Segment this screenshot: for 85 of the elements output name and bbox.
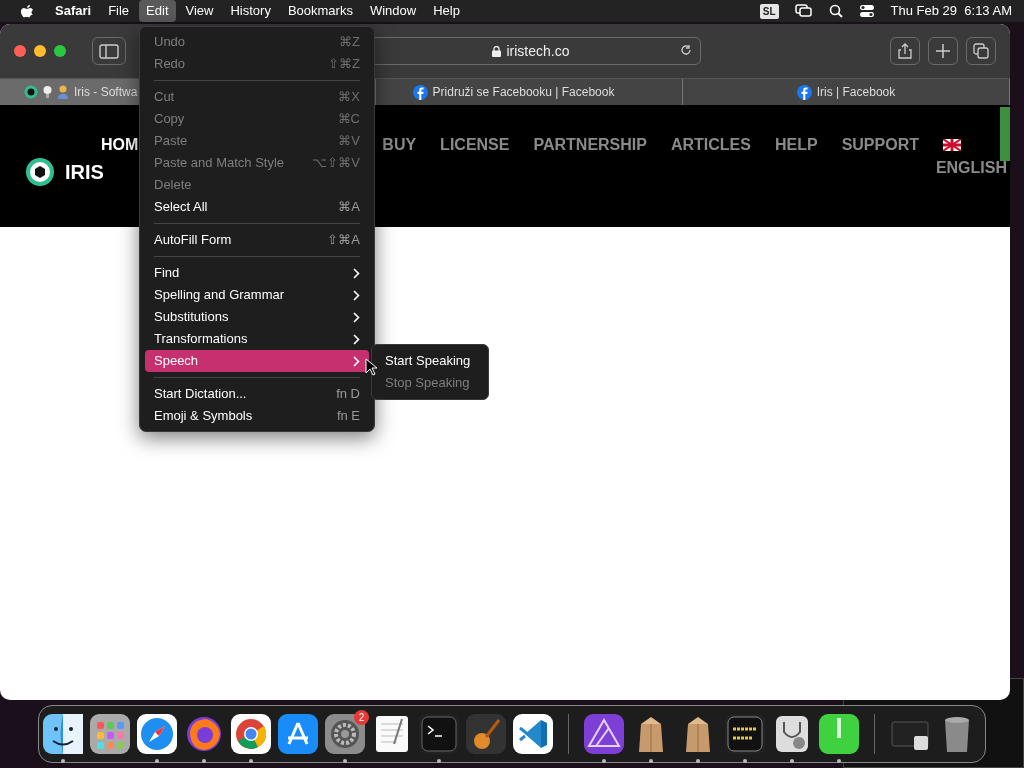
fox-globe-icon[interactable] — [184, 714, 224, 754]
shortcut-text: ⌘X — [338, 88, 360, 107]
clock[interactable]: Thu Feb 29 6:13 AM — [890, 1, 1012, 21]
menu-item[interactable]: Substitutions — [145, 306, 369, 328]
menu-title[interactable]: Window — [362, 0, 424, 22]
uk-flag-icon[interactable] — [942, 139, 961, 151]
close-button[interactable] — [14, 45, 26, 57]
sidebar-icon — [99, 43, 119, 59]
person-icon — [57, 85, 69, 99]
app-store-icon[interactable] — [278, 714, 318, 754]
tab-overview-button[interactable] — [966, 37, 996, 65]
chrome-wheel-icon[interactable] — [231, 714, 271, 754]
new-tab-button[interactable] — [928, 37, 958, 65]
pointer-cursor-icon — [365, 358, 377, 376]
menu-item[interactable]: Spelling and Grammar — [145, 284, 369, 306]
nav-link[interactable]: LICENSE — [440, 133, 510, 157]
zoom-button[interactable] — [54, 45, 66, 57]
shortcut-text: ⇧⌘A — [327, 231, 360, 250]
gear-icon[interactable] — [325, 714, 365, 754]
menu-title[interactable]: Edit — [139, 0, 176, 22]
triangle-logo-icon[interactable] — [584, 714, 624, 754]
shortcut-text: fn D — [336, 385, 360, 404]
console-log-icon[interactable] — [725, 714, 765, 754]
plus-icon — [935, 43, 951, 59]
input-source-indicator[interactable]: SL — [759, 3, 779, 19]
shortcut-text: ⌘V — [338, 132, 360, 151]
menu-item[interactable]: Find — [145, 262, 369, 284]
chevron-right-icon — [353, 311, 360, 323]
app-icon[interactable] — [819, 714, 859, 754]
nav-link[interactable]: SUPPORT — [841, 133, 919, 157]
aperture-logo-icon — [25, 157, 55, 187]
facebook-icon — [796, 84, 812, 100]
nav-link[interactable]: ARTICLES — [670, 133, 751, 157]
nav-link[interactable]: HELP — [774, 133, 818, 157]
menu-item[interactable]: Start Speaking — [376, 350, 484, 372]
shortcut-text: ⌥⇧⌘V — [312, 154, 360, 173]
chevron-right-icon — [353, 289, 360, 301]
address-text: iristech.co — [506, 41, 570, 61]
aperture-icon — [24, 85, 38, 99]
reload-icon[interactable] — [680, 44, 692, 56]
finder-face-icon[interactable] — [43, 714, 83, 754]
menu-item[interactable]: Emoji & Symbols fn E — [145, 405, 369, 427]
shortcut-text: ⌘Z — [339, 33, 360, 52]
app-menu[interactable]: Safari — [48, 0, 99, 22]
tabs-icon — [973, 43, 989, 59]
menu-item[interactable]: Select All ⌘A — [145, 196, 369, 218]
sidebar-button[interactable] — [92, 37, 126, 65]
shortcut-text: ⌘A — [338, 198, 360, 217]
search-icon[interactable] — [828, 4, 843, 18]
language-selector[interactable]: ENGLISH — [935, 156, 1007, 180]
apple-icon[interactable] — [20, 3, 34, 19]
logo-text[interactable]: IRIS — [65, 157, 104, 187]
terminal-icon[interactable] — [419, 714, 459, 754]
menu-title[interactable]: Help — [426, 0, 467, 22]
shortcut-text: fn E — [336, 407, 360, 426]
minimize-button[interactable] — [34, 45, 46, 57]
shortcut-text: ⇧⌘Z — [328, 55, 360, 74]
guitar-icon[interactable] — [466, 714, 506, 754]
chevron-right-icon — [353, 267, 360, 279]
menu-title[interactable]: File — [101, 0, 137, 22]
menu-item[interactable]: AutoFill Form ⇧⌘A — [145, 229, 369, 251]
compass-icon[interactable] — [137, 714, 177, 754]
screen-mirroring-icon[interactable] — [794, 4, 813, 18]
share-button[interactable] — [890, 37, 920, 65]
nav-link[interactable]: BUY — [382, 133, 417, 157]
menu-item[interactable]: Transformations — [145, 328, 369, 350]
nav-link[interactable]: PARTNERSHIP — [533, 133, 647, 157]
shortcut-text: ⌘C — [337, 110, 360, 129]
app-grid-icon[interactable] — [90, 714, 130, 754]
menu-item[interactable]: Start Dictation... fn D — [145, 383, 369, 405]
lightbulb-icon — [43, 85, 52, 99]
chevron-right-icon — [353, 355, 360, 367]
lock-icon — [492, 45, 502, 57]
share-icon — [897, 43, 913, 59]
control-center-icon[interactable] — [858, 4, 875, 18]
menu-title[interactable]: View — [178, 0, 221, 22]
chevron-right-icon — [353, 333, 360, 345]
menu-item[interactable]: Speech — [145, 350, 369, 372]
menu-title[interactable]: Bookmarks — [280, 0, 360, 22]
menu-title[interactable]: History — [223, 0, 278, 22]
scroll-indicator — [1000, 107, 1010, 161]
nav-link[interactable]: HOM — [101, 133, 139, 157]
notification-badge: 2 — [354, 710, 369, 725]
code-editor-icon[interactable] — [513, 714, 553, 754]
facebook-icon — [412, 84, 428, 100]
